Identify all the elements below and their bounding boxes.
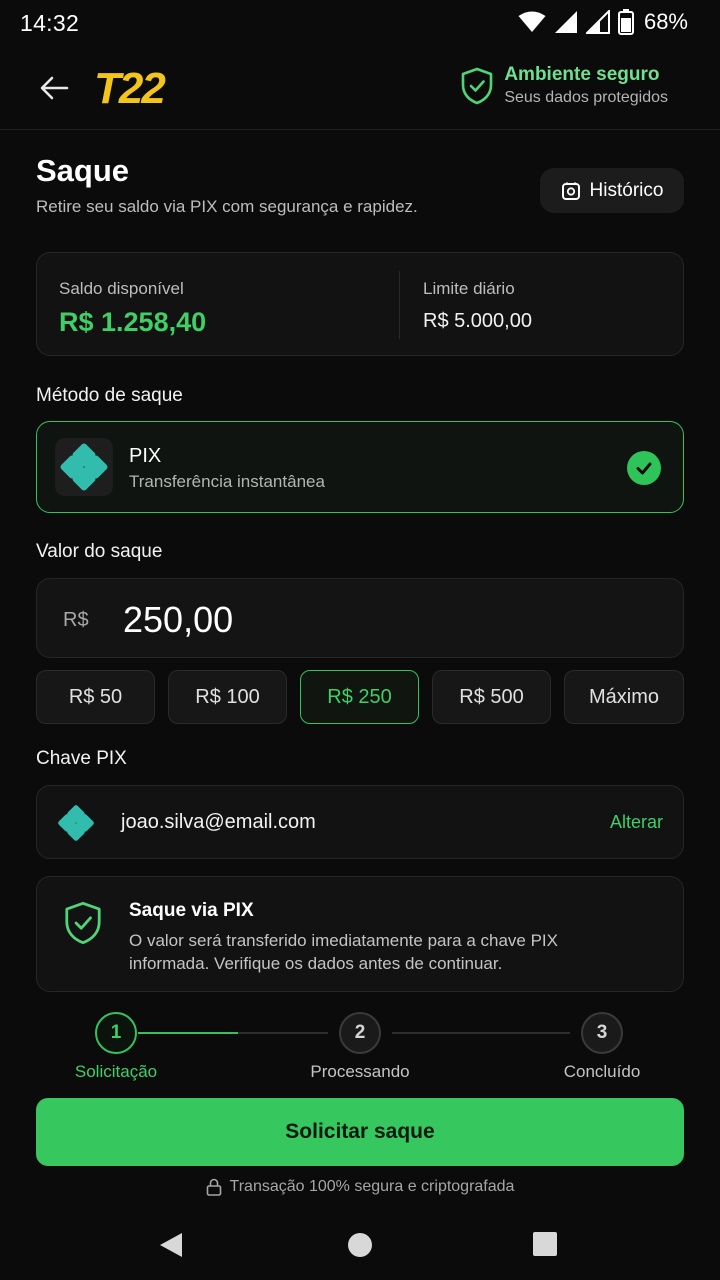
pix-info-card: Saque via PIX O valor será transferido i… (36, 876, 684, 992)
secure-environment-badge: Ambiente seguro Seus dados protegidos (460, 64, 668, 107)
chip-100[interactable]: R$ 100 (168, 670, 287, 724)
pix-key-section-label: Chave PIX (36, 748, 127, 769)
step-line-2-3 (392, 1032, 570, 1034)
page-title: Saque (36, 153, 130, 188)
system-nav-bar (0, 1210, 720, 1280)
battery-icon (617, 9, 634, 35)
step-1-circle: 1 (95, 1012, 137, 1054)
pix-method-icon-box (55, 438, 113, 496)
pix-method-option[interactable]: PIX Transferência instantânea (36, 421, 684, 513)
step-line-progress (138, 1032, 238, 1034)
shield-check-icon (65, 901, 101, 945)
step-3-label: Concluído (563, 1062, 641, 1081)
nav-home-icon[interactable] (347, 1232, 373, 1258)
progress-stepper: 1 2 3 Solicitação Processando Concluído (0, 1010, 720, 1090)
app-header: T22 Ambiente seguro Seus dados protegido… (0, 46, 720, 130)
step-2-label: Processando (310, 1062, 410, 1081)
signal-weak-icon (585, 10, 610, 34)
wifi-icon (518, 11, 546, 32)
selected-check-icon (627, 451, 661, 485)
available-balance: Saldo disponível R$ 1.258,40 (59, 279, 206, 338)
status-time: 14:32 (20, 10, 80, 36)
daily-limit-value: R$ 5.000,00 (423, 310, 532, 332)
nav-recents-icon[interactable] (533, 1232, 557, 1256)
signal-icon (554, 11, 577, 33)
back-button[interactable] (34, 68, 74, 108)
available-balance-value: R$ 1.258,40 (59, 307, 207, 337)
step-1-label: Solicitação (74, 1062, 158, 1081)
lock-icon (206, 1178, 221, 1196)
balance-divider (399, 271, 400, 339)
battery-percent: 68% (643, 9, 688, 34)
step-line-1-2 (238, 1032, 328, 1034)
change-pix-key-button[interactable]: Alterar (610, 812, 663, 833)
arrow-left-icon (40, 76, 69, 100)
chip-50[interactable]: R$ 50 (36, 670, 155, 724)
amount-field[interactable]: R$ (36, 578, 684, 658)
step-3-circle: 3 (581, 1012, 623, 1054)
status-icons: 68% (518, 9, 688, 35)
balance-card: Saldo disponível R$ 1.258,40 Limite diár… (36, 252, 684, 356)
chip-500[interactable]: R$ 500 (432, 670, 551, 724)
chip-maximum[interactable]: Máximo (564, 670, 684, 724)
t22-logo: T22 (94, 64, 168, 110)
logo-text: T22 (94, 64, 166, 110)
request-withdrawal-button[interactable]: Solicitar saque (36, 1098, 684, 1166)
history-button[interactable]: Histórico (540, 168, 684, 213)
step-2-circle: 2 (339, 1012, 381, 1054)
amount-section-label: Valor do saque (36, 541, 163, 562)
history-label: Histórico (589, 179, 664, 201)
security-note: Transação 100% segura e criptografada (0, 1178, 720, 1196)
quick-amount-chips: R$ 50 R$ 100 R$ 250 R$ 500 Máximo (36, 670, 684, 724)
pix-key-icon (58, 805, 94, 841)
page-subtitle: Retire seu saldo via PIX com segurança e… (36, 197, 418, 216)
daily-limit-label: Limite diário (423, 279, 515, 298)
security-note-text: Transação 100% segura e criptografada (229, 1178, 515, 1195)
history-icon (561, 182, 580, 200)
amount-currency: R$ (63, 609, 89, 631)
daily-limit: Limite diário R$ 5.000,00 (423, 279, 532, 333)
secure-subtitle: Seus dados protegidos (504, 89, 668, 106)
info-text: O valor será transferido imediatamente p… (129, 931, 558, 973)
status-bar: 14:32 68% (0, 0, 720, 46)
info-title: Saque via PIX (129, 900, 254, 921)
chip-250[interactable]: R$ 250 (300, 670, 419, 724)
available-balance-label: Saldo disponível (59, 279, 184, 298)
amount-input[interactable] (123, 599, 623, 641)
nav-back-icon[interactable] (158, 1232, 184, 1258)
pix-key-card: joao.silva@email.com Alterar (36, 785, 684, 859)
pix-key-value: joao.silva@email.com (121, 811, 316, 833)
secure-title: Ambiente seguro (504, 64, 660, 85)
shield-check-icon (462, 67, 493, 104)
method-description: Transferência instantânea (129, 472, 325, 491)
method-section-label: Método de saque (36, 385, 183, 406)
method-name: PIX (129, 445, 162, 467)
pix-icon (60, 443, 108, 491)
